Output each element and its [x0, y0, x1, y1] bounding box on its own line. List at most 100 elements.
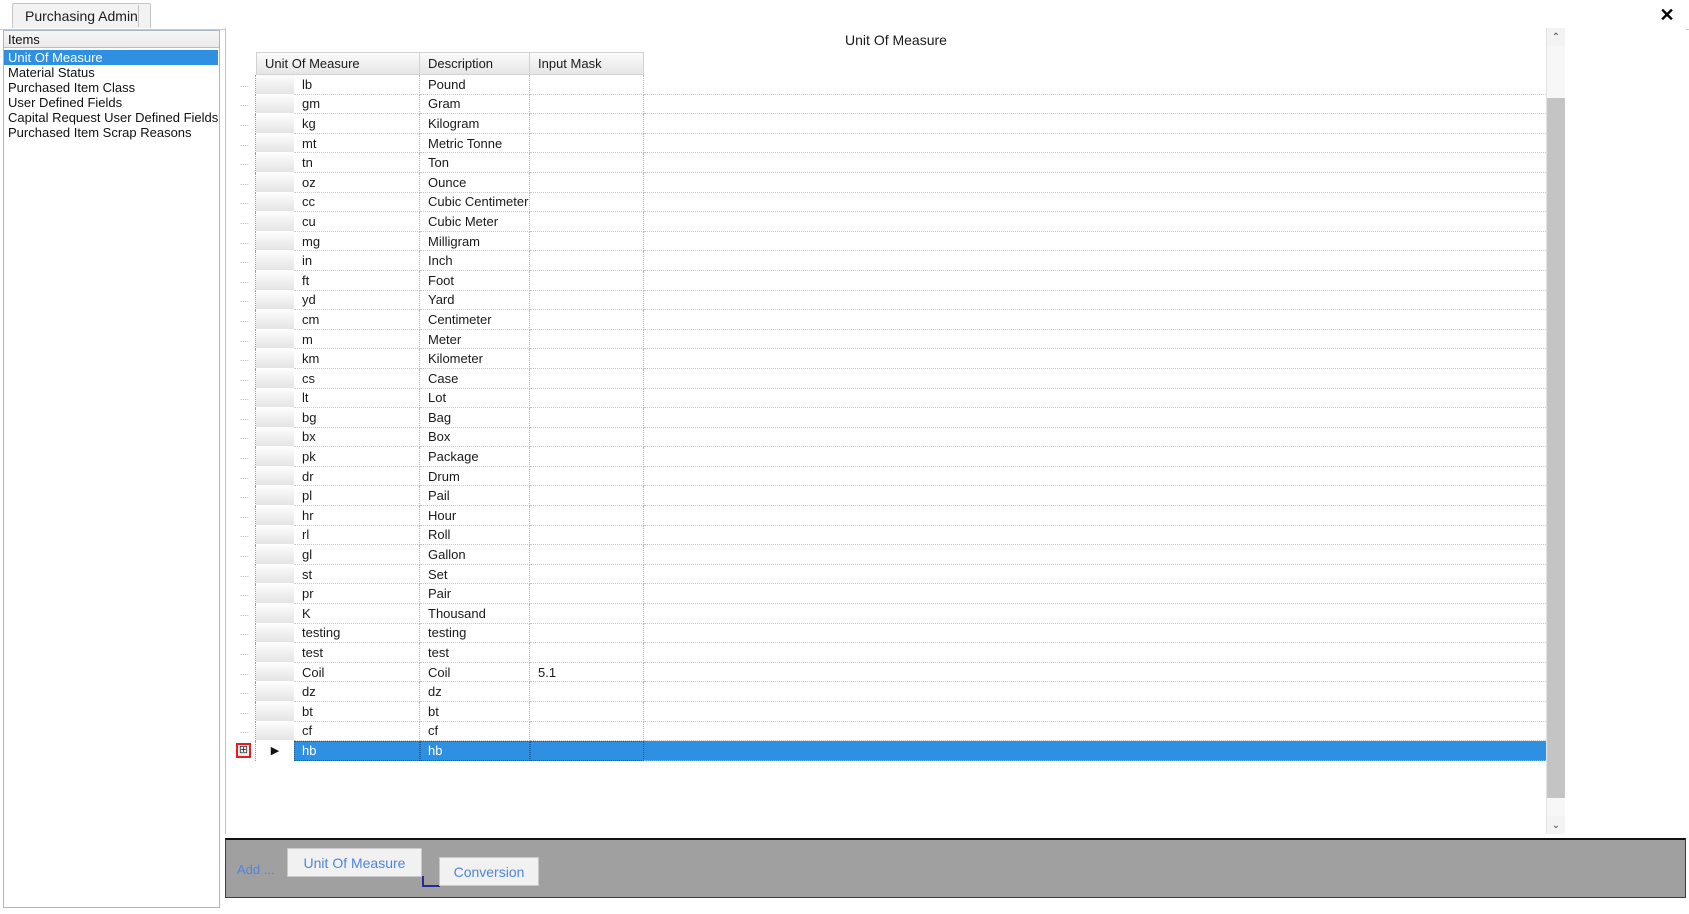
table-cell[interactable]: gm: [294, 94, 420, 115]
table-row[interactable]: .... test test: [234, 643, 1554, 663]
row-header-button[interactable]: [256, 94, 294, 115]
sidebar-item[interactable]: User Defined Fields: [4, 95, 219, 110]
table-cell[interactable]: [530, 329, 644, 350]
table-cell[interactable]: test: [294, 643, 420, 663]
row-header-button[interactable]: [256, 388, 294, 409]
row-selector-cell[interactable]: ....: [234, 564, 256, 585]
table-cell[interactable]: cu: [294, 212, 420, 232]
table-row[interactable]: .... bg Bag: [234, 408, 1554, 428]
vertical-scrollbar[interactable]: ⌃ ⌄: [1546, 28, 1565, 834]
expand-row-icon[interactable]: ⊞: [236, 743, 251, 759]
table-row[interactable]: .... kg Kilogram: [234, 114, 1554, 134]
table-cell[interactable]: Thousand: [420, 604, 530, 624]
table-row[interactable]: .... bt bt: [234, 702, 1554, 722]
table-cell[interactable]: [530, 310, 644, 330]
scroll-down-icon[interactable]: ⌄: [1547, 816, 1565, 834]
row-selector-cell[interactable]: ....: [234, 133, 256, 154]
row-selector-cell[interactable]: ....: [234, 388, 256, 409]
table-row[interactable]: .... rl Roll: [234, 525, 1554, 546]
row-header-button[interactable]: [256, 172, 294, 193]
row-selector-cell[interactable]: ....: [234, 643, 256, 663]
row-selector-cell[interactable]: ....: [234, 545, 256, 565]
table-cell[interactable]: Gallon: [420, 545, 530, 565]
table-row[interactable]: .... pr Pair: [234, 584, 1554, 605]
row-selector-cell[interactable]: ....: [234, 172, 256, 193]
table-cell[interactable]: [530, 75, 644, 95]
scrollbar-thumb[interactable]: [1547, 98, 1565, 798]
column-header[interactable]: Input Mask: [530, 52, 644, 75]
row-header-button[interactable]: [256, 623, 294, 644]
table-row[interactable]: .... mg Milligram: [234, 231, 1554, 252]
row-selector-cell[interactable]: ....: [234, 721, 256, 742]
table-cell[interactable]: Drum: [420, 466, 530, 487]
row-header-button[interactable]: [256, 349, 294, 369]
row-header-button[interactable]: [256, 525, 294, 546]
table-cell[interactable]: [530, 682, 644, 702]
table-row[interactable]: .... bx Box: [234, 427, 1554, 448]
column-header[interactable]: Description: [420, 52, 530, 75]
table-cell[interactable]: [530, 466, 644, 487]
table-cell[interactable]: [530, 564, 644, 585]
table-cell[interactable]: bx: [294, 427, 420, 448]
table-row[interactable]: .... cu Cubic Meter: [234, 212, 1554, 232]
table-cell[interactable]: hr: [294, 506, 420, 526]
row-selector-cell[interactable]: ....: [234, 153, 256, 173]
table-cell[interactable]: [530, 290, 644, 311]
scroll-up-icon[interactable]: ⌃: [1547, 28, 1565, 46]
table-cell[interactable]: hb: [294, 741, 420, 761]
table-cell[interactable]: Centimeter: [420, 310, 530, 330]
row-selector-cell[interactable]: ....: [234, 702, 256, 722]
row-header-button[interactable]: [256, 133, 294, 154]
row-header-button[interactable]: [256, 75, 294, 95]
table-cell[interactable]: st: [294, 564, 420, 585]
row-selector-cell[interactable]: ....: [234, 212, 256, 232]
table-cell[interactable]: lt: [294, 388, 420, 409]
table-row[interactable]: .... ft Foot: [234, 270, 1554, 291]
close-icon[interactable]: ✕: [1655, 3, 1679, 27]
table-cell[interactable]: Box: [420, 427, 530, 448]
table-cell[interactable]: pk: [294, 447, 420, 467]
row-header-button[interactable]: [256, 466, 294, 487]
table-cell[interactable]: [530, 270, 644, 291]
table-cell[interactable]: [530, 368, 644, 389]
sidebar-item[interactable]: Purchased Item Class: [4, 80, 219, 95]
table-cell[interactable]: [530, 192, 644, 213]
row-header-button[interactable]: [256, 604, 294, 624]
table-cell[interactable]: Ton: [420, 153, 530, 173]
row-selector-cell[interactable]: ....: [234, 310, 256, 330]
row-header-button[interactable]: [256, 584, 294, 605]
row-selector-cell[interactable]: ....: [234, 94, 256, 115]
table-row[interactable]: .... lt Lot: [234, 388, 1554, 409]
sidebar-item[interactable]: Capital Request User Defined Fields: [4, 110, 219, 125]
column-header[interactable]: Unit Of Measure: [256, 52, 420, 75]
table-cell[interactable]: [530, 427, 644, 448]
table-cell[interactable]: cs: [294, 368, 420, 389]
row-header-button[interactable]: [256, 192, 294, 213]
row-header-button[interactable]: [256, 368, 294, 389]
table-cell[interactable]: [530, 545, 644, 565]
row-selector-cell[interactable]: ....: [234, 270, 256, 291]
row-header-button[interactable]: [256, 114, 294, 134]
table-cell[interactable]: [530, 388, 644, 409]
table-row[interactable]: .... dr Drum: [234, 466, 1554, 487]
table-cell[interactable]: Hour: [420, 506, 530, 526]
table-cell[interactable]: Pair: [420, 584, 530, 605]
sidebar-item[interactable]: Material Status: [4, 65, 219, 80]
table-cell[interactable]: Cubic Meter: [420, 212, 530, 232]
table-cell[interactable]: cm: [294, 310, 420, 330]
table-cell[interactable]: [530, 486, 644, 507]
table-cell[interactable]: Inch: [420, 251, 530, 271]
table-cell[interactable]: m: [294, 329, 420, 350]
table-cell[interactable]: 5.1: [530, 662, 644, 683]
table-cell[interactable]: test: [420, 643, 530, 663]
table-cell[interactable]: Bag: [420, 408, 530, 428]
table-cell[interactable]: kg: [294, 114, 420, 134]
table-cell[interactable]: testing: [420, 623, 530, 644]
sidebar-item[interactable]: Purchased Item Scrap Reasons: [4, 125, 219, 140]
row-selector-cell[interactable]: ....: [234, 329, 256, 350]
table-cell[interactable]: [530, 525, 644, 546]
table-row[interactable]: .... pk Package: [234, 447, 1554, 467]
table-row[interactable]: .... gl Gallon: [234, 545, 1554, 565]
scrollbar-track[interactable]: [1547, 46, 1565, 816]
row-selector-cell[interactable]: ....: [234, 290, 256, 311]
